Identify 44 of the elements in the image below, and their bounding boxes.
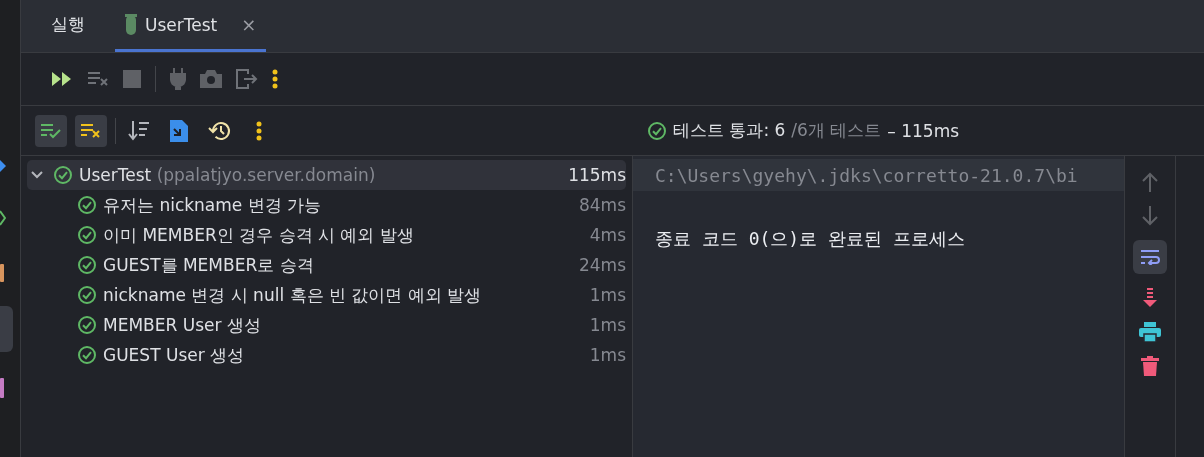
test-name: UserTest (ppalatjyo.server.domain) (79, 165, 376, 185)
test-duration: 115ms (568, 165, 626, 185)
test-name[interactable]: GUEST를 MEMBER로 승격 (103, 253, 314, 277)
history-icon[interactable] (208, 119, 232, 142)
clear-list-icon[interactable] (87, 71, 109, 87)
printer-icon[interactable] (1139, 322, 1161, 342)
trash-icon[interactable] (1141, 356, 1159, 376)
tab[interactable]: 실행 (41, 0, 95, 52)
test-duration: 24ms (578, 255, 626, 275)
plug-icon[interactable] (170, 68, 186, 90)
status-total-text: /6개 테스트 (791, 119, 882, 142)
list-check-icon (40, 122, 62, 139)
wrap-icon (1140, 249, 1160, 265)
show-ignored-button[interactable] (75, 114, 107, 147)
tab[interactable]: UserTest × (115, 0, 267, 52)
down-arrow-icon[interactable] (1141, 206, 1159, 226)
test-tube-icon (125, 13, 137, 36)
test-duration: 84ms (578, 195, 626, 215)
test-name[interactable]: GUEST User 생성 (103, 343, 245, 367)
scroll-to-end-icon[interactable] (1142, 288, 1158, 308)
camera-icon[interactable] (200, 70, 222, 88)
arrow-icon[interactable] (0, 160, 6, 172)
test-duration: 1ms (589, 345, 626, 365)
list-cross-icon (80, 122, 102, 139)
status-duration-text: – 115ms (887, 120, 960, 141)
test-name[interactable]: 유저는 nickname 변경 가능 (103, 193, 322, 217)
test-name[interactable]: MEMBER User 생성 (103, 313, 261, 337)
tree-row[interactable]: UserTest (ppalatjyo.server.domain) 115ms (27, 160, 626, 190)
more-icon[interactable] (272, 69, 278, 89)
test-name[interactable]: 이미 MEMBER인 경우 승격 시 예외 발생 (103, 223, 414, 247)
test-duration: 1ms (589, 285, 626, 305)
show-passed-button[interactable] (35, 114, 67, 147)
rerun-icon[interactable] (51, 71, 73, 87)
status-passed-text: 테스트 통과: 6 (673, 119, 786, 142)
exit-icon[interactable] (236, 69, 258, 89)
test-duration: 4ms (589, 225, 626, 245)
file-icon[interactable] (170, 119, 188, 142)
test-name[interactable]: nickname 변경 시 null 혹은 빈 값이면 예외 발생 (103, 283, 482, 307)
up-arrow-icon[interactable] (1141, 172, 1159, 192)
more-icon[interactable] (256, 120, 262, 141)
sort-icon[interactable] (128, 120, 150, 141)
console-line: 종료 코드 0(으)로 완료된 프로세스 (654, 227, 966, 251)
test-duration: 1ms (589, 315, 626, 335)
soft-wrap-button[interactable] (1133, 240, 1167, 274)
